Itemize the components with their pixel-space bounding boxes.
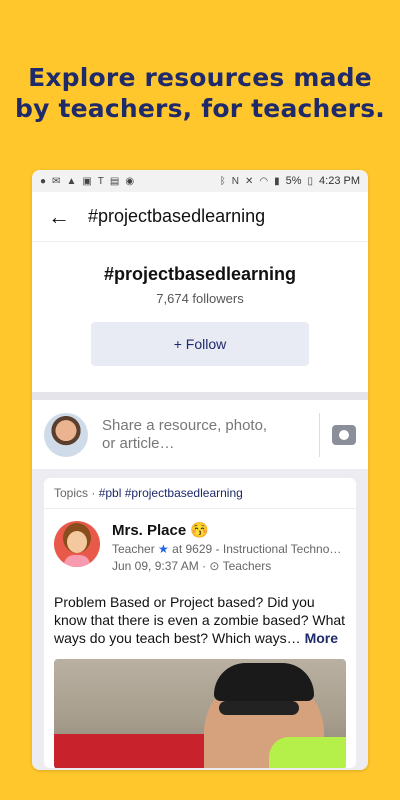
share-composer: Share a resource, photo, or article… (32, 400, 368, 470)
follow-button[interactable]: + Follow (91, 322, 309, 366)
star-icon: ★ (158, 542, 169, 556)
battery-icon: ▯ (307, 175, 314, 187)
author-role-line: Teacher ★ at 9629 - Instructional Techno… (112, 542, 356, 556)
share-divider (319, 412, 320, 457)
post-author: Mrs. Place 😚 Teacher ★ at 9629 - Instruc… (44, 509, 356, 579)
author-avatar[interactable] (54, 521, 100, 567)
back-arrow-icon[interactable]: ← (48, 204, 76, 230)
calendar-icon: ▤ (109, 175, 120, 187)
hashtag-name: #projectbasedlearning (103, 264, 297, 284)
promo-line-1: Explore resources made (28, 63, 372, 92)
more-link[interactable]: More (305, 630, 338, 646)
hashtag-header: #projectbasedlearning 7,674 followers + … (32, 242, 368, 392)
mute-icon: ✕ (244, 175, 254, 187)
camera-icon[interactable] (332, 424, 356, 445)
post-body: Problem Based or Project based? Did you … (44, 579, 356, 647)
post-image[interactable] (54, 659, 346, 768)
author-school: at 9629 - Instructional Techno… (172, 542, 342, 556)
nfc-icon: N (231, 175, 239, 187)
image-icon: ▣ (82, 175, 92, 187)
promo-line-2: by teachers, for teachers. (15, 94, 385, 123)
topic-tag-projectbasedlearning[interactable]: #projectbasedlearning (125, 486, 243, 500)
status-bar: ● ✉ ▲ ▣ T ▤ ◉ ᛒ N ✕ ◠ ▮ 5% ▯ 4:23 PM (32, 170, 368, 192)
post-date: Jun 09, 9:37 AM (112, 559, 199, 573)
post-meta-line: Jun 09, 9:37 AM · ⊙ Teachers (112, 559, 272, 573)
author-info: Mrs. Place 😚 Teacher ★ at 9629 - Instruc… (112, 521, 356, 573)
topic-tag-pbl[interactable]: #pbl (99, 486, 122, 500)
chat-icon: ◉ (125, 175, 135, 187)
app-bar: ← #projectbasedlearning (32, 192, 368, 242)
share-placeholder-line-1: Share a resource, photo, (102, 416, 268, 434)
share-input[interactable]: Share a resource, photo, or article… (102, 417, 307, 453)
image-red-table (54, 734, 204, 768)
post-body-text: Problem Based or Project based? Did you … (54, 594, 346, 646)
location-icon: ● (40, 175, 47, 187)
mail-icon: ✉ (52, 175, 61, 187)
signal-icon: ▮ (274, 175, 280, 187)
image-green-shirt (269, 737, 346, 768)
warning-icon: ▲ (66, 175, 77, 187)
follower-count: 7,674 followers (156, 291, 244, 306)
section-divider (32, 392, 368, 400)
avatar (44, 412, 88, 457)
post-feed: Topics · #pbl #projectbasedlearning Mrs.… (32, 470, 368, 770)
promo-headline: Explore resources made by teachers, for … (0, 62, 400, 124)
status-bar-notifications: ● ✉ ▲ ▣ T ▤ ◉ (40, 176, 134, 187)
post-audience: Teachers (222, 559, 272, 573)
carrier-icon: T (97, 175, 104, 187)
page-title: #projectbasedlearning (88, 206, 266, 226)
topics-label: Topics (54, 486, 89, 500)
image-sunglasses (219, 701, 299, 715)
status-bar-system: ᛒ N ✕ ◠ ▮ 5% ▯ 4:23 PM (220, 175, 360, 187)
author-role: Teacher (112, 542, 155, 556)
phone-screen: ● ✉ ▲ ▣ T ▤ ◉ ᛒ N ✕ ◠ ▮ 5% ▯ 4:23 PM ← #… (32, 170, 368, 770)
image-child-hair (214, 663, 314, 701)
post-card[interactable]: Topics · #pbl #projectbasedlearning Mrs.… (44, 478, 356, 768)
audience-icon: ⊙ (209, 559, 220, 573)
wifi-icon: ◠ (259, 175, 269, 187)
post-topics: Topics · #pbl #projectbasedlearning (44, 478, 356, 509)
bluetooth-icon: ᛒ (219, 175, 226, 187)
clock: 4:23 PM (319, 175, 360, 187)
author-name[interactable]: Mrs. Place 😚 (112, 521, 356, 539)
share-placeholder-line-2: or article… (102, 434, 175, 452)
battery-percent: 5% (285, 175, 302, 187)
